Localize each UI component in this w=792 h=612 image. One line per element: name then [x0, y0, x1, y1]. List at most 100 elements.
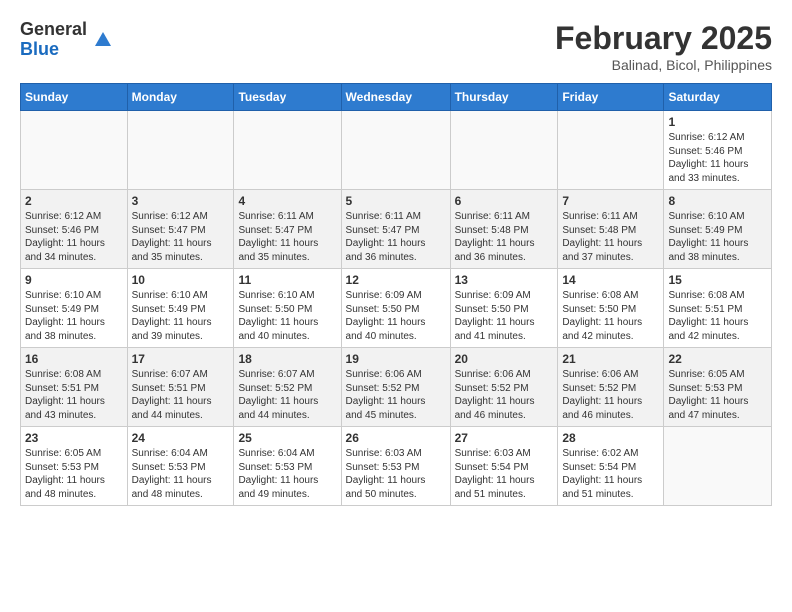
calendar-cell: 19 Sunrise: 6:06 AM Sunset: 5:52 PM Dayli…: [341, 348, 450, 427]
day-number: 5: [346, 194, 446, 208]
day-number: 20: [455, 352, 554, 366]
day-info: Sunrise: 6:09 AM Sunset: 5:50 PM Dayligh…: [346, 289, 446, 343]
calendar-cell: [341, 111, 450, 190]
calendar-cell: [127, 111, 234, 190]
day-number: 18: [238, 352, 336, 366]
calendar-cell: 5Sunrise: 6:11 AM Sunset: 5:47 PM Daylig…: [341, 190, 450, 269]
day-info: Sunrise: 6:05 AM Sunset: 5:53 PM Dayligh…: [668, 368, 767, 422]
calendar-cell: 8 Sunrise: 6:10 AM Sunset: 5:49 PM Daylig…: [664, 190, 772, 269]
calendar-week-row: 1 Sunrise: 6:12 AM Sunset: 5:46 PM Daylig…: [21, 111, 772, 190]
day-info: Sunrise: 6:04 AM Sunset: 5:53 PM Dayligh…: [132, 447, 230, 501]
calendar-cell: 26Sunrise: 6:03 AM Sunset: 5:53 PM Dayli…: [341, 427, 450, 506]
calendar-week-row: 16 Sunrise: 6:08 AM Sunset: 5:51 PM Dayli…: [21, 348, 772, 427]
day-number: 14: [562, 273, 659, 287]
day-info: Sunrise: 6:06 AM Sunset: 5:52 PM Dayligh…: [562, 368, 659, 422]
day-number: 17: [132, 352, 230, 366]
calendar-cell: 15 Sunrise: 6:08 AM Sunset: 5:51 PM Dayli…: [664, 269, 772, 348]
column-header-sunday: Sunday: [21, 84, 128, 111]
day-info: Sunrise: 6:12 AM Sunset: 5:47 PM Dayligh…: [132, 210, 230, 264]
calendar-cell: 10 Sunrise: 6:10 AM Sunset: 5:49 PM Dayli…: [127, 269, 234, 348]
day-number: 11: [238, 273, 336, 287]
calendar-table: SundayMondayTuesdayWednesdayThursdayFrid…: [20, 83, 772, 506]
column-header-friday: Friday: [558, 84, 664, 111]
day-number: 4: [238, 194, 336, 208]
calendar-cell: 12Sunrise: 6:09 AM Sunset: 5:50 PM Dayli…: [341, 269, 450, 348]
calendar-cell: 21 Sunrise: 6:06 AM Sunset: 5:52 PM Dayli…: [558, 348, 664, 427]
logo-blue-text: Blue: [20, 40, 87, 60]
calendar-cell: 7Sunrise: 6:11 AM Sunset: 5:48 PM Daylig…: [558, 190, 664, 269]
day-info: Sunrise: 6:07 AM Sunset: 5:52 PM Dayligh…: [238, 368, 336, 422]
day-number: 6: [455, 194, 554, 208]
calendar-cell: 4 Sunrise: 6:11 AM Sunset: 5:47 PM Daylig…: [234, 190, 341, 269]
day-info: Sunrise: 6:08 AM Sunset: 5:51 PM Dayligh…: [25, 368, 123, 422]
day-info: Sunrise: 6:12 AM Sunset: 5:46 PM Dayligh…: [25, 210, 123, 264]
calendar-cell: [664, 427, 772, 506]
calendar-cell: 24 Sunrise: 6:04 AM Sunset: 5:53 PM Dayli…: [127, 427, 234, 506]
logo-general-text: General: [20, 20, 87, 40]
calendar-cell: 18 Sunrise: 6:07 AM Sunset: 5:52 PM Dayli…: [234, 348, 341, 427]
day-info: Sunrise: 6:10 AM Sunset: 5:49 PM Dayligh…: [25, 289, 123, 343]
day-number: 16: [25, 352, 123, 366]
day-info: Sunrise: 6:08 AM Sunset: 5:51 PM Dayligh…: [668, 289, 767, 343]
calendar-cell: 9 Sunrise: 6:10 AM Sunset: 5:49 PM Daylig…: [21, 269, 128, 348]
day-info: Sunrise: 6:02 AM Sunset: 5:54 PM Dayligh…: [562, 447, 659, 501]
day-info: Sunrise: 6:04 AM Sunset: 5:53 PM Dayligh…: [238, 447, 336, 501]
calendar-cell: [234, 111, 341, 190]
day-info: Sunrise: 6:11 AM Sunset: 5:47 PM Dayligh…: [238, 210, 336, 264]
day-info: Sunrise: 6:06 AM Sunset: 5:52 PM Dayligh…: [346, 368, 446, 422]
calendar-cell: 20 Sunrise: 6:06 AM Sunset: 5:52 PM Dayli…: [450, 348, 558, 427]
day-number: 25: [238, 431, 336, 445]
day-number: 9: [25, 273, 123, 287]
column-header-tuesday: Tuesday: [234, 84, 341, 111]
logo: General Blue: [20, 20, 115, 60]
day-info: Sunrise: 6:11 AM Sunset: 5:48 PM Dayligh…: [455, 210, 554, 264]
day-number: 19: [346, 352, 446, 366]
page-header: General Blue February 2025 Balinad, Bico…: [20, 20, 772, 73]
day-info: Sunrise: 6:12 AM Sunset: 5:46 PM Dayligh…: [668, 131, 767, 185]
day-info: Sunrise: 6:10 AM Sunset: 5:49 PM Dayligh…: [668, 210, 767, 264]
calendar-cell: [558, 111, 664, 190]
column-header-saturday: Saturday: [664, 84, 772, 111]
day-info: Sunrise: 6:10 AM Sunset: 5:49 PM Dayligh…: [132, 289, 230, 343]
calendar-cell: 6 Sunrise: 6:11 AM Sunset: 5:48 PM Daylig…: [450, 190, 558, 269]
day-number: 23: [25, 431, 123, 445]
day-info: Sunrise: 6:08 AM Sunset: 5:50 PM Dayligh…: [562, 289, 659, 343]
day-number: 13: [455, 273, 554, 287]
calendar-cell: 16 Sunrise: 6:08 AM Sunset: 5:51 PM Dayli…: [21, 348, 128, 427]
calendar-cell: 22Sunrise: 6:05 AM Sunset: 5:53 PM Dayli…: [664, 348, 772, 427]
calendar-cell: 28 Sunrise: 6:02 AM Sunset: 5:54 PM Dayli…: [558, 427, 664, 506]
calendar-week-row: 2 Sunrise: 6:12 AM Sunset: 5:46 PM Daylig…: [21, 190, 772, 269]
calendar-cell: 2 Sunrise: 6:12 AM Sunset: 5:46 PM Daylig…: [21, 190, 128, 269]
calendar-cell: [450, 111, 558, 190]
day-info: Sunrise: 6:09 AM Sunset: 5:50 PM Dayligh…: [455, 289, 554, 343]
day-number: 1: [668, 115, 767, 129]
title-block: February 2025 Balinad, Bicol, Philippine…: [555, 20, 772, 73]
calendar-cell: 23Sunrise: 6:05 AM Sunset: 5:53 PM Dayli…: [21, 427, 128, 506]
day-number: 2: [25, 194, 123, 208]
day-number: 28: [562, 431, 659, 445]
logo-icon: [91, 28, 115, 52]
day-info: Sunrise: 6:10 AM Sunset: 5:50 PM Dayligh…: [238, 289, 336, 343]
day-number: 10: [132, 273, 230, 287]
day-info: Sunrise: 6:07 AM Sunset: 5:51 PM Dayligh…: [132, 368, 230, 422]
calendar-week-row: 23Sunrise: 6:05 AM Sunset: 5:53 PM Dayli…: [21, 427, 772, 506]
calendar-cell: 14 Sunrise: 6:08 AM Sunset: 5:50 PM Dayli…: [558, 269, 664, 348]
location-subtitle: Balinad, Bicol, Philippines: [555, 57, 772, 73]
calendar-cell: 3 Sunrise: 6:12 AM Sunset: 5:47 PM Daylig…: [127, 190, 234, 269]
day-number: 15: [668, 273, 767, 287]
day-number: 8: [668, 194, 767, 208]
day-number: 7: [562, 194, 659, 208]
column-header-monday: Monday: [127, 84, 234, 111]
calendar-cell: [21, 111, 128, 190]
day-number: 26: [346, 431, 446, 445]
day-number: 3: [132, 194, 230, 208]
day-info: Sunrise: 6:06 AM Sunset: 5:52 PM Dayligh…: [455, 368, 554, 422]
calendar-cell: 17 Sunrise: 6:07 AM Sunset: 5:51 PM Dayli…: [127, 348, 234, 427]
calendar-cell: 1 Sunrise: 6:12 AM Sunset: 5:46 PM Daylig…: [664, 111, 772, 190]
column-header-wednesday: Wednesday: [341, 84, 450, 111]
month-year-title: February 2025: [555, 20, 772, 57]
calendar-cell: 25 Sunrise: 6:04 AM Sunset: 5:53 PM Dayli…: [234, 427, 341, 506]
calendar-header-row: SundayMondayTuesdayWednesdayThursdayFrid…: [21, 84, 772, 111]
day-number: 24: [132, 431, 230, 445]
day-number: 21: [562, 352, 659, 366]
